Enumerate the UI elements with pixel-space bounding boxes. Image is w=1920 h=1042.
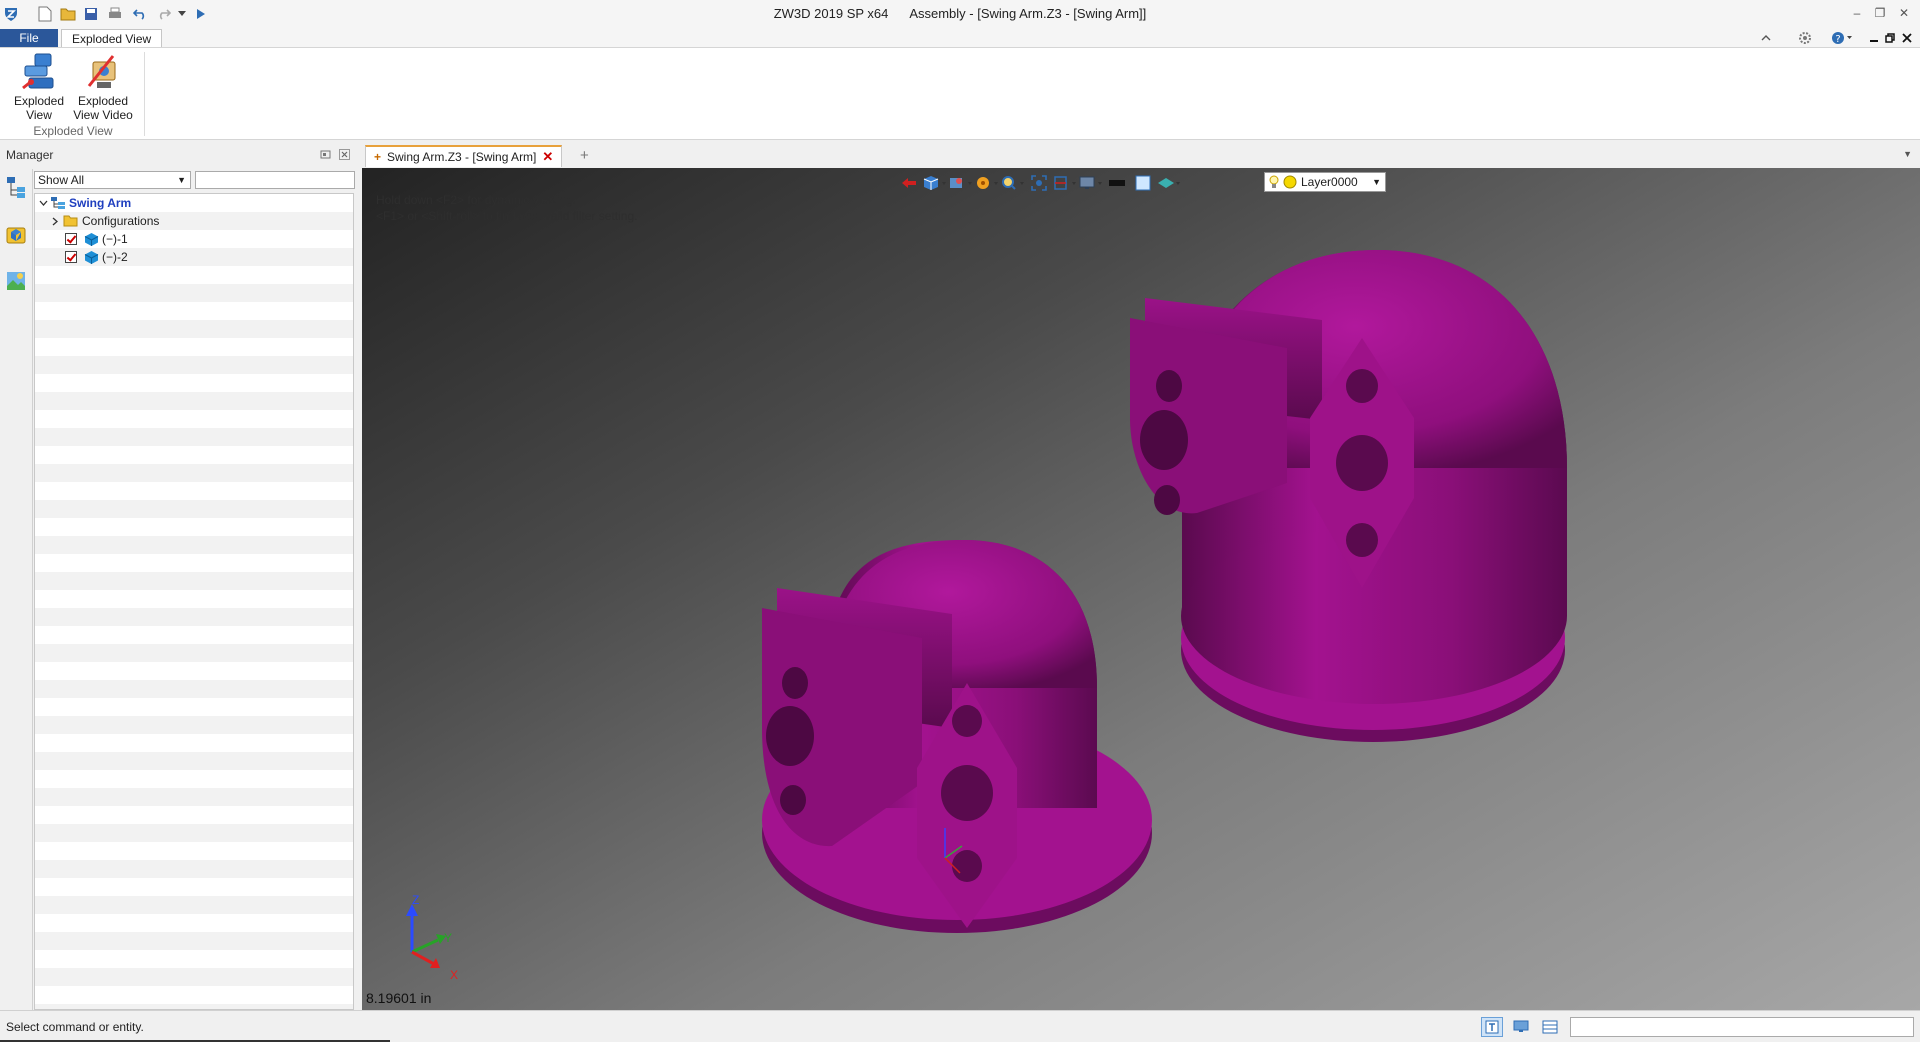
manager-header: Manager bbox=[0, 141, 358, 169]
command-input[interactable] bbox=[1570, 1017, 1914, 1037]
part-2-model[interactable] bbox=[1130, 250, 1567, 742]
document-tab-icon: + bbox=[374, 150, 382, 164]
manager-search-input[interactable] bbox=[195, 171, 355, 189]
folder-icon bbox=[61, 215, 79, 227]
exploded-view-label: Exploded View bbox=[13, 94, 65, 122]
manager-panel: Manager Show All ▼ Swing Arm Configurati… bbox=[0, 141, 358, 1010]
pin-panel-icon[interactable] bbox=[320, 149, 331, 160]
collapse-arrow-icon[interactable] bbox=[37, 197, 49, 209]
part-cube-icon bbox=[82, 232, 100, 247]
tree-row-part-1[interactable]: (−)-1 bbox=[65, 230, 128, 248]
close-app-button[interactable]: ✕ bbox=[1894, 3, 1914, 23]
tab-list-menu-icon[interactable]: ▼ bbox=[1903, 149, 1912, 159]
settings-gear-icon[interactable] bbox=[1797, 30, 1813, 46]
expand-arrow-icon[interactable] bbox=[49, 215, 61, 227]
visibility-checkbox[interactable] bbox=[65, 233, 77, 245]
svg-text:?: ? bbox=[1835, 34, 1840, 45]
status-prompt: Select command or entity. bbox=[6, 1020, 144, 1034]
part-cube-icon bbox=[82, 250, 100, 265]
collapse-ribbon-icon[interactable] bbox=[1758, 30, 1774, 46]
minimize-app-button[interactable]: – bbox=[1847, 3, 1867, 23]
measurement-readout: 8.19601 in bbox=[366, 990, 432, 1006]
tree-row-part-2[interactable]: (−)-2 bbox=[65, 248, 128, 266]
chevron-down-icon: ▼ bbox=[177, 175, 186, 185]
tree-label-part-2: (−)-2 bbox=[102, 250, 128, 264]
manager-side-toolbar bbox=[0, 169, 33, 1010]
manager-title: Manager bbox=[6, 148, 54, 162]
axis-y-label: Y bbox=[444, 931, 453, 945]
show-filter-value: Show All bbox=[38, 173, 85, 187]
close-tab-icon[interactable]: ✕ bbox=[542, 149, 553, 165]
axis-triad bbox=[406, 904, 446, 968]
document-tab-label: Swing Arm.Z3 - [Swing Arm] bbox=[387, 150, 537, 164]
close-panel-icon[interactable] bbox=[339, 149, 350, 160]
status-bar: Select command or entity. bbox=[0, 1010, 1920, 1042]
axis-z-label: Z bbox=[412, 893, 420, 907]
close-doc-icon[interactable] bbox=[1899, 30, 1915, 46]
window-title: ZW3D 2019 SP x64 Assembly - [Swing Arm.Z… bbox=[773, 6, 1147, 21]
exploded-view-icon bbox=[19, 52, 59, 92]
parts-library-icon[interactable] bbox=[4, 223, 28, 247]
show-filter-dropdown[interactable]: Show All ▼ bbox=[34, 171, 191, 189]
ribbon-group-divider bbox=[144, 52, 145, 136]
part-1-model[interactable] bbox=[762, 540, 1152, 933]
visibility-checkbox[interactable] bbox=[65, 251, 77, 263]
restore-app-button[interactable]: ❐ bbox=[1870, 3, 1890, 23]
tree-row-configurations[interactable]: Configurations bbox=[49, 212, 159, 230]
tree-row-swing-arm[interactable]: Swing Arm bbox=[37, 194, 131, 212]
restore-doc-icon[interactable] bbox=[1882, 30, 1898, 46]
ribbon-group-label: Exploded View bbox=[33, 124, 113, 138]
document-tab-bar: + Swing Arm.Z3 - [Swing Arm] ✕ + ▼ bbox=[360, 143, 1920, 167]
minimize-doc-icon[interactable] bbox=[1866, 30, 1882, 46]
assembly-icon bbox=[49, 196, 67, 210]
new-tab-icon[interactable]: + bbox=[580, 147, 589, 164]
screen-icon[interactable] bbox=[1510, 1017, 1532, 1037]
document-tab[interactable]: + Swing Arm.Z3 - [Swing Arm] ✕ bbox=[365, 145, 563, 167]
tree-label-part-1: (−)-1 bbox=[102, 232, 128, 246]
visual-styles-icon[interactable] bbox=[4, 269, 28, 293]
graphics-viewport[interactable]: Hold down <F2> for dynamic viewing. <F1>… bbox=[362, 168, 1920, 1010]
axis-x-label: X bbox=[450, 968, 459, 982]
model-canvas bbox=[762, 250, 1567, 933]
tree-label-swing-arm: Swing Arm bbox=[69, 196, 132, 210]
assembly-tree-icon[interactable] bbox=[4, 175, 28, 199]
file-tab[interactable]: File bbox=[0, 29, 58, 47]
ribbon-panel: Exploded View Exploded View Video Explod… bbox=[0, 47, 1920, 140]
tab-exploded-view[interactable]: Exploded View bbox=[61, 29, 163, 48]
assembly-tree: Swing Arm Configurations (−)-1 (−)-2 bbox=[34, 193, 354, 1010]
tree-label-configurations: Configurations bbox=[82, 214, 160, 228]
ribbon-tab-bar: File Exploded View ? bbox=[0, 29, 1920, 48]
window-layout-icon[interactable] bbox=[1539, 1017, 1561, 1037]
title-bar: ZW3D 2019 SP x64 Assembly - [Swing Arm.Z… bbox=[0, 0, 1920, 29]
input-mode-icon[interactable] bbox=[1481, 1017, 1503, 1037]
help-icon[interactable]: ? bbox=[1830, 30, 1854, 46]
exploded-view-video-icon bbox=[83, 52, 123, 92]
exploded-view-button[interactable]: Exploded View bbox=[8, 52, 70, 124]
exploded-view-video-label: Exploded View Video bbox=[73, 94, 133, 122]
exploded-view-video-button[interactable]: Exploded View Video bbox=[72, 52, 134, 124]
